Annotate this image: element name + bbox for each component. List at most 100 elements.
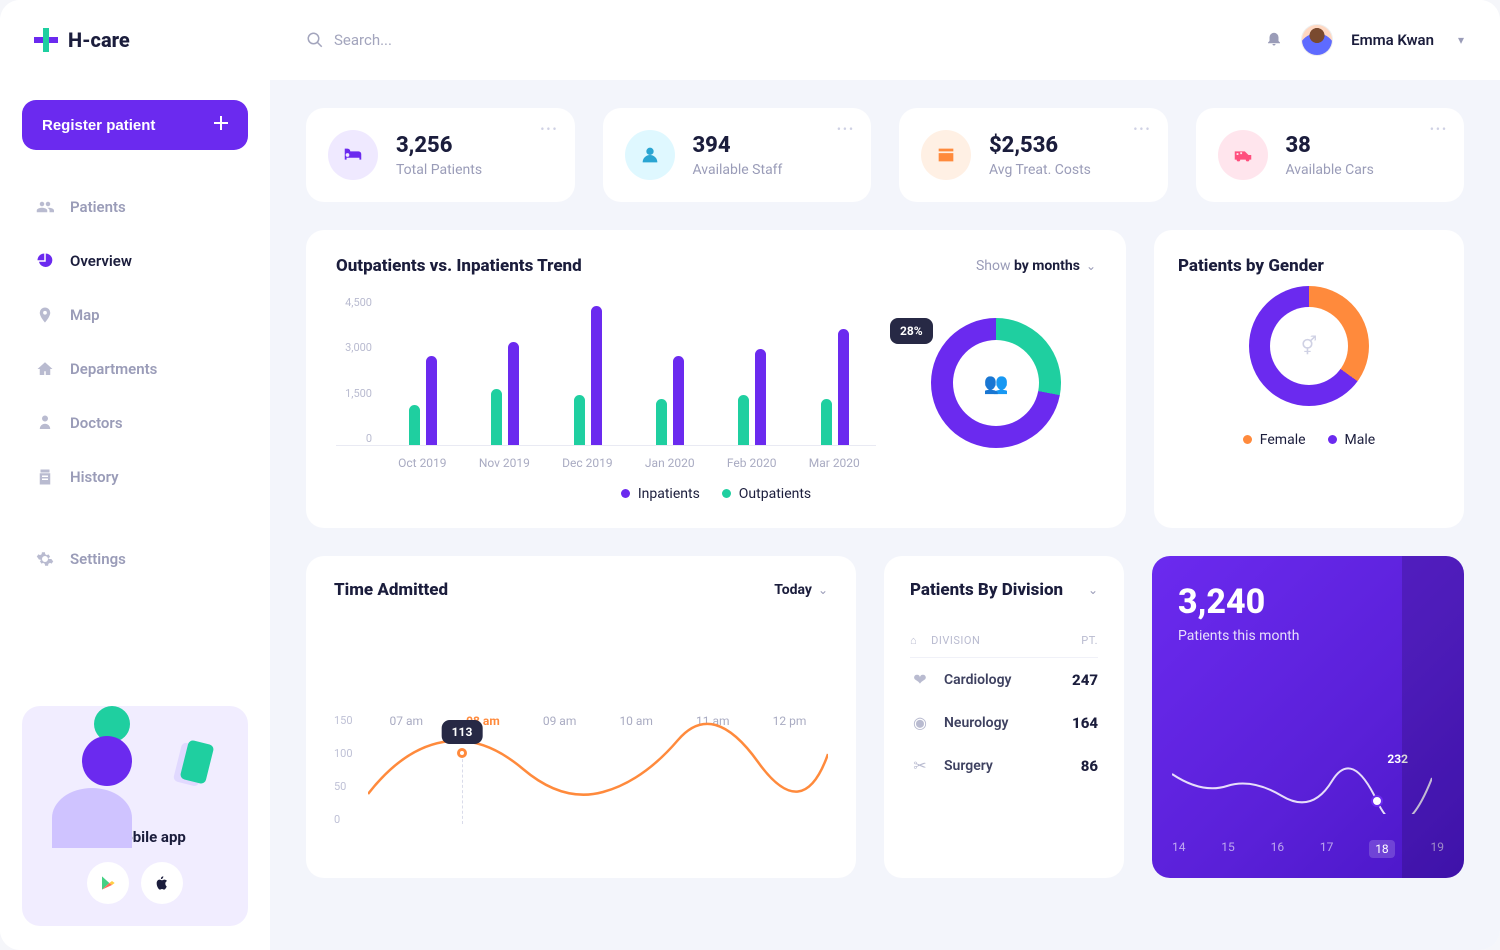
nav-label: Patients bbox=[70, 198, 126, 216]
stat-label: Available Cars bbox=[1286, 162, 1374, 178]
nav-overview[interactable]: Overview bbox=[22, 240, 248, 282]
logo: H-care bbox=[22, 28, 248, 52]
division-row-cardiology[interactable]: ❤ Cardiology 247 bbox=[910, 658, 1098, 701]
nav-label: Doctors bbox=[70, 414, 123, 432]
mobile-promo-card: Get mobile app bbox=[22, 706, 248, 926]
mobile-illustration bbox=[42, 728, 228, 818]
gender-donut: ⚥ bbox=[1249, 286, 1369, 406]
bar-group bbox=[738, 296, 766, 445]
trend-title: Outpatients vs. Inpatients Trend bbox=[336, 256, 582, 276]
nav-label: History bbox=[70, 468, 119, 486]
staff-icon bbox=[625, 130, 675, 180]
google-play-icon bbox=[100, 874, 116, 892]
topbar: Search... Emma Kwan ▾ bbox=[270, 0, 1500, 80]
clipboard-icon bbox=[36, 468, 54, 486]
stat-available-cars: ••• 38 Available Cars bbox=[1196, 108, 1465, 202]
wallet-icon bbox=[921, 130, 971, 180]
ambulance-icon bbox=[1218, 130, 1268, 180]
chevron-down-icon: ⌄ bbox=[818, 583, 828, 597]
nav-patients[interactable]: Patients bbox=[22, 186, 248, 228]
bar-outpatient bbox=[491, 389, 502, 445]
bar-inpatient bbox=[591, 306, 602, 445]
bar-outpatient bbox=[574, 395, 585, 445]
bar-inpatient bbox=[508, 342, 519, 445]
bed-icon bbox=[328, 130, 378, 180]
bar-group bbox=[574, 296, 602, 445]
pie-icon bbox=[36, 252, 54, 270]
stat-value: $2,536 bbox=[989, 133, 1091, 158]
trend-legend: Inpatients Outpatients bbox=[336, 486, 1096, 502]
nav-label: Departments bbox=[70, 360, 157, 378]
bot-row: Time Admitted Today⌄ 150 100 50 0 bbox=[306, 556, 1464, 878]
bar-group bbox=[491, 296, 519, 445]
stat-label: Total Patients bbox=[396, 162, 482, 178]
search-input[interactable]: Search... bbox=[306, 31, 392, 49]
bar-chart: 4,500 3,000 1,500 0 Oct 2019 Nov 2019 bbox=[336, 296, 876, 470]
more-icon[interactable]: ••• bbox=[837, 122, 855, 136]
app-frame: H-care Register patient Patients Overvie… bbox=[0, 0, 1500, 950]
gender-title: Patients by Gender bbox=[1178, 256, 1440, 276]
register-patient-button[interactable]: Register patient bbox=[22, 100, 248, 150]
bar-inpatient bbox=[673, 356, 684, 445]
time-range-select[interactable]: Today⌄ bbox=[774, 582, 828, 598]
bar-outpatient bbox=[821, 399, 832, 445]
nav-settings[interactable]: Settings bbox=[22, 538, 248, 580]
y-axis: 150 100 50 0 bbox=[334, 714, 364, 826]
stat-value: 394 bbox=[693, 133, 783, 158]
avatar[interactable] bbox=[1301, 24, 1333, 56]
donut-pct-badge: 28% bbox=[890, 318, 933, 344]
month-label: Patients this month bbox=[1178, 628, 1438, 644]
more-icon[interactable]: ••• bbox=[1430, 122, 1448, 136]
nav-departments[interactable]: Departments bbox=[22, 348, 248, 390]
stat-available-staff: ••• 394 Available Staff bbox=[603, 108, 872, 202]
gender-icon: ⚥ bbox=[1301, 336, 1317, 357]
nav-history[interactable]: History bbox=[22, 456, 248, 498]
gender-legend: Female Male bbox=[1178, 432, 1440, 448]
bar-inpatient bbox=[755, 349, 766, 445]
bell-icon[interactable] bbox=[1265, 29, 1283, 51]
division-row-neurology[interactable]: ◉ Neurology 164 bbox=[910, 701, 1098, 744]
pin-icon bbox=[36, 306, 54, 324]
stats-row: ••• 3,256 Total Patients ••• 394 Availab… bbox=[306, 108, 1464, 202]
search-icon bbox=[306, 31, 324, 49]
nav-label: Map bbox=[70, 306, 100, 324]
username: Emma Kwan bbox=[1351, 31, 1434, 49]
line-hover-tip: 113 bbox=[442, 720, 483, 744]
nav-doctors[interactable]: Doctors bbox=[22, 402, 248, 444]
more-icon[interactable]: ••• bbox=[540, 122, 558, 136]
chevron-down-icon[interactable]: ▾ bbox=[1458, 33, 1464, 47]
people-icon: 👥 bbox=[984, 371, 1009, 395]
app-store-button[interactable] bbox=[141, 862, 183, 904]
division-title: Patients By Division bbox=[910, 580, 1063, 600]
plus-icon bbox=[214, 116, 228, 134]
doctor-icon bbox=[36, 414, 54, 432]
mini-line-chart bbox=[1172, 756, 1432, 814]
bar-inpatient bbox=[426, 356, 437, 445]
home-icon: ⌂ bbox=[910, 634, 917, 647]
stat-avg-cost: ••• $2,536 Avg Treat. Costs bbox=[899, 108, 1168, 202]
app-store-icons bbox=[42, 862, 228, 904]
people-icon bbox=[36, 198, 54, 216]
chevron-down-icon[interactable]: ⌄ bbox=[1088, 583, 1098, 597]
bar-inpatient bbox=[838, 329, 849, 445]
main: Search... Emma Kwan ▾ ••• 3,256 Total Pa… bbox=[270, 0, 1500, 950]
bar-outpatient bbox=[656, 399, 667, 445]
nav-map[interactable]: Map bbox=[22, 294, 248, 336]
line-chart: 150 100 50 0 113 07 am 08 bbox=[334, 714, 828, 854]
more-icon[interactable]: ••• bbox=[1133, 122, 1151, 136]
division-header: ⌂DIVISION PT. bbox=[910, 620, 1098, 658]
apple-icon bbox=[154, 874, 170, 892]
brand-name: H-care bbox=[68, 28, 130, 52]
bar-group bbox=[656, 296, 684, 445]
heart-icon: ❤ bbox=[910, 670, 930, 689]
brain-icon: ◉ bbox=[910, 713, 930, 732]
gear-icon bbox=[36, 550, 54, 568]
division-card: Patients By Division ⌄ ⌂DIVISION PT. ❤ C… bbox=[884, 556, 1124, 878]
stat-label: Avg Treat. Costs bbox=[989, 162, 1091, 178]
google-play-button[interactable] bbox=[87, 862, 129, 904]
bar-group bbox=[409, 296, 437, 445]
trend-show-by[interactable]: Show by months⌄ bbox=[976, 258, 1096, 274]
trend-donut: 👥 28% bbox=[896, 296, 1096, 470]
trend-card: Outpatients vs. Inpatients Trend Show by… bbox=[306, 230, 1126, 528]
division-row-surgery[interactable]: ✂ Surgery 86 bbox=[910, 744, 1098, 787]
